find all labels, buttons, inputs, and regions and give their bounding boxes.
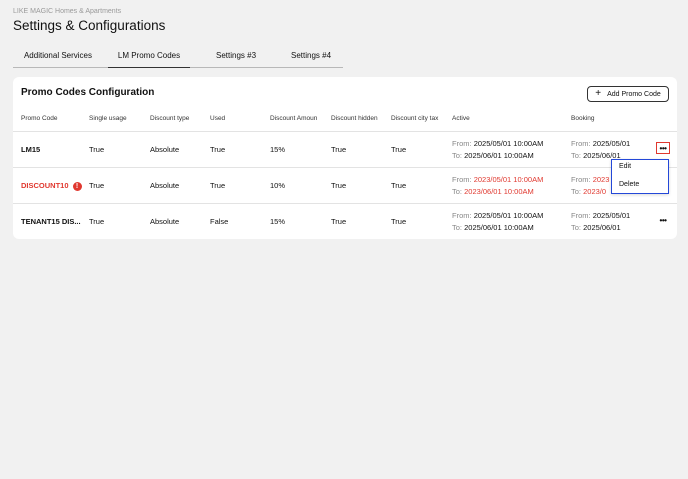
discount-hidden-cell: True	[331, 145, 347, 154]
discount-type-cell: Absolute	[150, 217, 180, 226]
add-promo-code-button[interactable]: + Add Promo Code	[587, 86, 669, 102]
col-header-discount-hidden: Discount hidden	[331, 115, 378, 122]
from-label: From:	[452, 175, 472, 184]
from-label: From:	[452, 139, 472, 148]
booking-to: To: 2025/06/01	[571, 223, 621, 232]
col-header-used: Used	[210, 115, 226, 122]
row-divider	[13, 203, 677, 204]
promo-code-cell: TENANT15 DIS...	[21, 217, 81, 226]
tab-settings-3[interactable]: Settings #3	[201, 47, 271, 68]
tab-additional-services[interactable]: Additional Services	[13, 47, 103, 68]
plus-icon: +	[595, 88, 602, 99]
booking-from-value: 2023	[592, 175, 610, 184]
booking-to-value: 2023/0	[583, 187, 607, 196]
discount-amount-cell: 15%	[270, 217, 286, 226]
promo-codes-card: Promo Codes Configuration + Add Promo Co…	[13, 77, 677, 239]
tab-bar: Additional Services LM Promo Codes Setti…	[13, 47, 343, 68]
active-from-value: 2023/05/01 10:00AM	[473, 175, 544, 184]
single-usage-cell: True	[89, 217, 105, 226]
row-context-menu: Edit Delete	[611, 159, 669, 194]
row-divider	[13, 131, 677, 132]
active-to-value: 2025/06/01 10:00AM	[464, 223, 534, 232]
menu-item-delete[interactable]: Delete	[619, 181, 639, 188]
single-usage-cell: True	[89, 181, 105, 190]
discount-hidden-cell: True	[331, 181, 347, 190]
promo-code-cell: LM15	[21, 145, 41, 154]
active-from: From: 2023/05/01 10:00AM	[452, 175, 543, 184]
booking-from: From: 2023	[571, 175, 609, 184]
to-label: To:	[452, 223, 463, 232]
to-label: To:	[452, 187, 463, 196]
col-header-discount-city-tax: Discount city tax	[391, 115, 439, 122]
active-to: To: 2025/06/01 10:00AM	[452, 151, 534, 160]
active-from: From: 2025/05/01 10:00AM	[452, 211, 543, 220]
col-header-discount-type: Discount type	[150, 115, 190, 122]
booking-to-value: 2025/06/01	[583, 223, 621, 232]
active-from: From: 2025/05/01 10:00AM	[452, 139, 543, 148]
col-header-active: Active	[452, 115, 470, 122]
city-tax-cell: True	[391, 145, 407, 154]
to-label: To:	[571, 223, 582, 232]
active-from-value: 2025/05/01 10:00AM	[473, 211, 544, 220]
from-label: From:	[571, 211, 591, 220]
tab-lm-promo-codes[interactable]: LM Promo Codes	[108, 47, 190, 68]
add-promo-code-label: Add Promo Code	[607, 90, 661, 98]
active-to: To: 2025/06/01 10:00AM	[452, 223, 534, 232]
row-divider	[13, 167, 677, 168]
active-to: To: 2023/06/01 10:00AM	[452, 187, 534, 196]
used-cell: True	[210, 181, 226, 190]
booking-from-value: 2025/05/01	[592, 211, 631, 220]
alert-icon: !	[72, 181, 82, 191]
promo-code-cell: DISCOUNT10!	[21, 181, 82, 191]
discount-amount-cell: 15%	[270, 145, 286, 154]
booking-from: From: 2025/05/01	[571, 139, 630, 148]
menu-item-edit[interactable]: Edit	[619, 163, 631, 170]
row-actions-more-icon[interactable]: •••	[656, 142, 670, 154]
card-title: Promo Codes Configuration	[21, 87, 155, 98]
discount-hidden-cell: True	[331, 217, 347, 226]
to-label: To:	[571, 151, 582, 160]
used-cell: False	[210, 217, 229, 226]
from-label: From:	[571, 175, 591, 184]
tab-settings-4[interactable]: Settings #4	[277, 47, 345, 68]
used-cell: True	[210, 145, 226, 154]
booking-from: From: 2025/05/01	[571, 211, 630, 220]
promo-code-text: DISCOUNT10	[21, 181, 69, 190]
breadcrumb: LIKE MAGIC Homes & Apartments	[13, 8, 122, 15]
discount-type-cell: Absolute	[150, 145, 180, 154]
city-tax-cell: True	[391, 181, 407, 190]
to-label: To:	[452, 151, 463, 160]
active-to-value: 2023/06/01 10:00AM	[464, 187, 534, 196]
booking-from-value: 2025/05/01	[592, 139, 631, 148]
to-label: To:	[571, 187, 582, 196]
col-header-promo-code: Promo Code	[21, 115, 58, 122]
col-header-discount-amount: Discount Amoun	[270, 115, 318, 122]
col-header-booking: Booking	[571, 115, 595, 122]
active-from-value: 2025/05/01 10:00AM	[473, 139, 544, 148]
col-header-single-usage: Single usage	[89, 115, 127, 122]
discount-amount-cell: 10%	[270, 181, 286, 190]
active-to-value: 2025/06/01 10:00AM	[464, 151, 534, 160]
single-usage-cell: True	[89, 145, 105, 154]
row-actions-more-icon[interactable]: •••	[656, 214, 670, 226]
from-label: From:	[452, 211, 472, 220]
city-tax-cell: True	[391, 217, 407, 226]
booking-to: To: 2023/0	[571, 187, 606, 196]
page-title: Settings & Configurations	[13, 18, 166, 33]
from-label: From:	[571, 139, 591, 148]
discount-type-cell: Absolute	[150, 181, 180, 190]
